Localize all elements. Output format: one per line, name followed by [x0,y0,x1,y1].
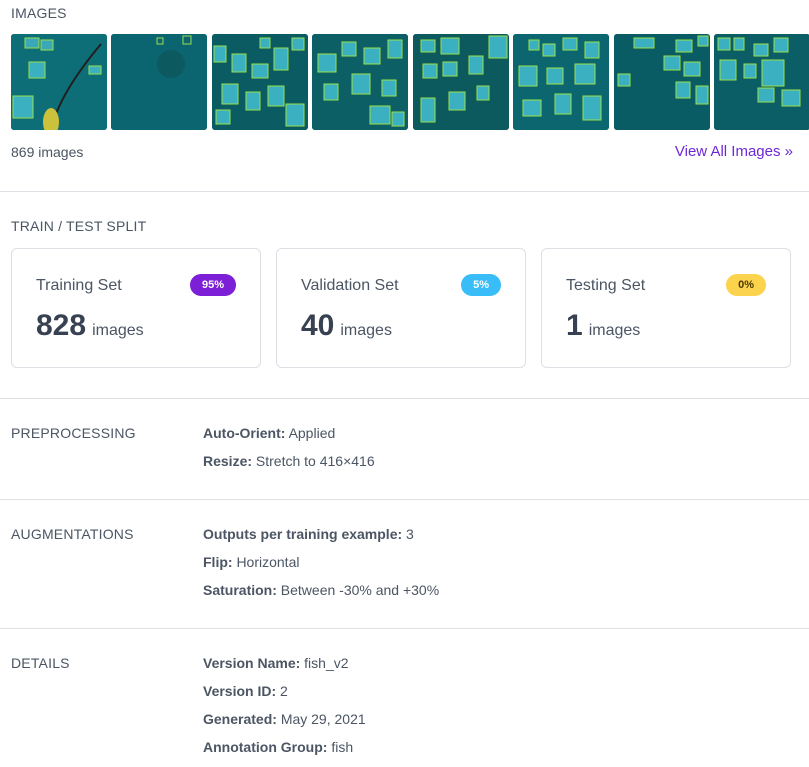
card-title: Testing Set [566,277,646,294]
image-count: 869 images [11,144,84,160]
count-unit: images [588,322,641,339]
item-value: fish [331,739,354,755]
item-key: Version ID: [203,683,277,699]
count-value: 1 [566,309,583,342]
augmentation-item: Saturation: Between -30% and +30% [203,576,439,604]
item-key: Generated: [203,711,277,727]
count-unit: images [340,322,392,339]
item-value: Horizontal [236,554,300,570]
image-thumbnail[interactable] [714,34,809,130]
images-section: IMAGES 869 images View All Images » [0,0,809,190]
image-thumbnail[interactable] [212,34,308,130]
detail-item: Version Name: fish_v2 [203,649,366,677]
item-value: Stretch to 416×416 [255,453,375,469]
item-key: Auto-Orient: [203,425,286,441]
card-count: 40 images [301,309,392,343]
augmentations-section-label: AUGMENTATIONS [11,526,134,542]
count-value: 40 [301,309,335,342]
details-section-label: DETAILS [11,655,70,671]
preprocessing-item: Resize: Stretch to 416×416 [203,447,375,475]
detail-item: Annotation Group: fish [203,733,366,761]
image-thumbnail-strip [11,34,809,130]
images-section-label: IMAGES [11,5,67,21]
augmentation-item: Outputs per training example: 3 [203,520,439,548]
item-key: Saturation: [203,582,277,598]
card-count: 828 images [36,309,144,343]
image-thumbnail[interactable] [111,34,207,130]
card-count: 1 images [566,309,640,343]
item-key: Flip: [203,554,233,570]
augmentations-list: Outputs per training example: 3 Flip: Ho… [203,520,439,604]
preprocessing-list: Auto-Orient: Applied Resize: Stretch to … [203,419,375,475]
testing-set-card: Testing Set 0% 1 images [541,248,791,368]
image-thumbnail[interactable] [413,34,509,130]
item-value: 2 [280,683,288,699]
item-value: fish_v2 [304,655,349,671]
item-value: May 29, 2021 [280,711,366,727]
preprocessing-section-label: PREPROCESSING [11,425,136,441]
detail-item: Generated: May 29, 2021 [203,705,366,733]
item-value: Between -30% and +30% [280,582,440,598]
item-value: 3 [406,526,414,542]
percentage-badge: 95% [189,274,236,296]
detail-item: Version ID: 2 [203,677,366,705]
card-title: Validation Set [301,277,399,294]
item-key: Outputs per training example: [203,526,403,542]
card-title: Training Set [36,277,122,294]
split-section-label: TRAIN / TEST SPLIT [11,218,147,234]
percentage-badge: 0% [726,274,766,296]
image-thumbnail[interactable] [11,34,107,130]
preprocessing-section: PREPROCESSING Auto-Orient: Applied Resiz… [0,399,809,499]
image-thumbnail[interactable] [614,34,710,130]
item-key: Annotation Group: [203,739,328,755]
item-key: Resize: [203,453,253,469]
train-test-split-section: TRAIN / TEST SPLIT Training Set 95% 828 i… [0,192,809,398]
augmentations-section: AUGMENTATIONS Outputs per training examp… [0,500,809,628]
image-thumbnail[interactable] [312,34,408,130]
details-section: DETAILS Version Name: fish_v2 Version ID… [0,629,809,767]
preprocessing-item: Auto-Orient: Applied [203,419,375,447]
validation-set-card: Validation Set 5% 40 images [276,248,526,368]
item-key: Version Name: [203,655,301,671]
count-value: 828 [36,309,87,342]
percentage-badge: 5% [461,274,501,296]
details-list: Version Name: fish_v2 Version ID: 2 Gene… [203,649,366,761]
training-set-card: Training Set 95% 828 images [11,248,261,368]
view-all-images-link[interactable]: View All Images » [675,143,793,160]
item-value: Applied [288,425,336,441]
count-unit: images [92,322,144,339]
augmentation-item: Flip: Horizontal [203,548,439,576]
image-thumbnail[interactable] [513,34,609,130]
